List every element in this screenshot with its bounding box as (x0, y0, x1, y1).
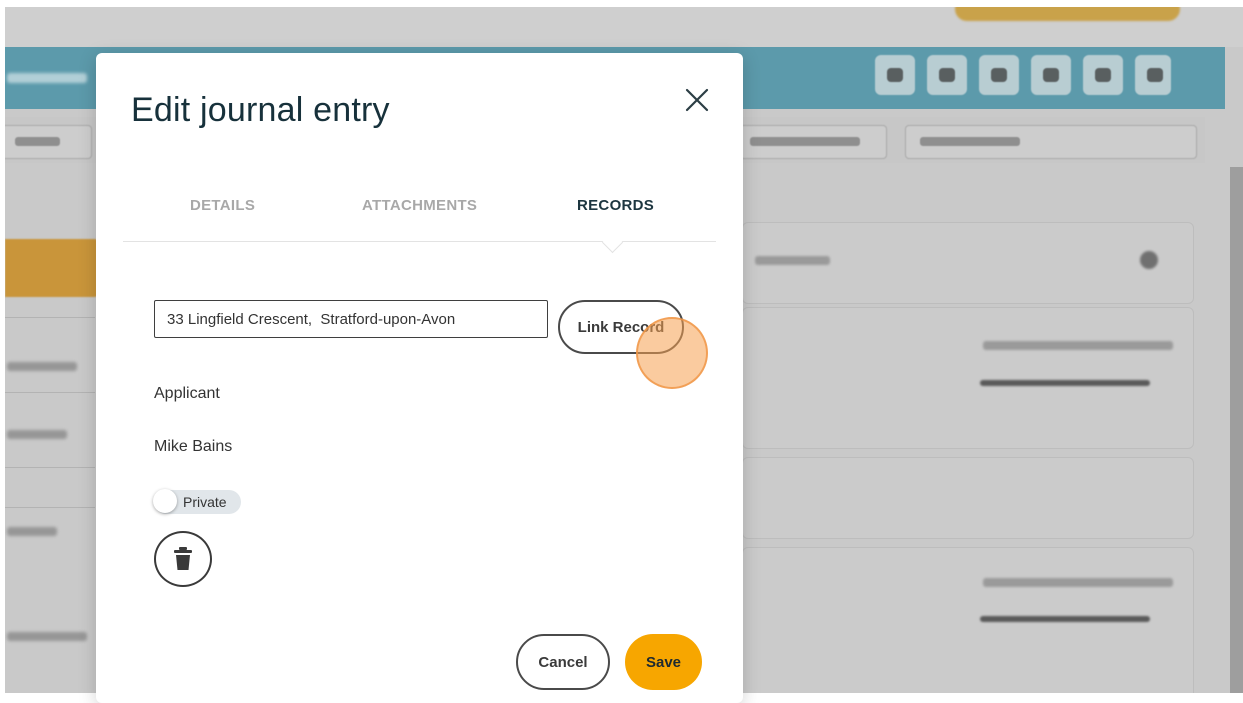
background-side-text (7, 430, 67, 439)
mobile-phone-icon (927, 55, 967, 95)
chat-icon (1031, 55, 1071, 95)
background-orange-button (5, 239, 100, 297)
background-side-text (7, 632, 87, 641)
email-icon (1083, 55, 1123, 95)
edit-journal-entry-modal: Edit journal entry DETAILS ATTACHMENTS R… (96, 53, 743, 703)
divider (5, 507, 95, 508)
save-button[interactable]: Save (625, 634, 702, 690)
divider (5, 467, 95, 468)
background-header-text (7, 73, 87, 83)
tab-details[interactable]: DETAILS (190, 197, 255, 214)
background-scrollbar (1230, 167, 1243, 693)
background-side-text (7, 527, 57, 536)
tab-attachments[interactable]: ATTACHMENTS (362, 197, 477, 214)
close-button[interactable] (682, 85, 712, 115)
cancel-button[interactable]: Cancel (516, 634, 610, 690)
record-search-input[interactable] (154, 300, 548, 338)
background-card (742, 222, 1194, 304)
private-toggle-label: Private (183, 494, 227, 510)
close-icon (685, 88, 709, 112)
divider (5, 317, 95, 318)
background-card (742, 547, 1194, 693)
trash-icon (174, 547, 192, 570)
background-action-button (955, 7, 1180, 21)
private-toggle[interactable]: Private (153, 489, 241, 514)
background-filter-select (735, 125, 887, 159)
background-side-text (7, 362, 77, 371)
background-filter-select (5, 125, 92, 159)
modal-title: Edit journal entry (131, 91, 390, 129)
record-type-label: Applicant (154, 385, 220, 402)
divider (5, 392, 95, 393)
background-card (742, 307, 1194, 449)
modal-tabs: DETAILS ATTACHMENTS RECORDS (123, 193, 716, 254)
active-tab-indicator (601, 231, 624, 254)
link-record-button[interactable]: Link Record (558, 300, 684, 354)
tab-records[interactable]: RECORDS (577, 197, 654, 214)
sms-icon (979, 55, 1019, 95)
background-card (742, 457, 1194, 539)
background-status-select (905, 125, 1197, 159)
more-icon (1135, 55, 1171, 95)
phone-icon (875, 55, 915, 95)
record-name: Mike Bains (154, 438, 233, 455)
toggle-knob (153, 489, 177, 513)
delete-record-button[interactable] (154, 531, 212, 587)
